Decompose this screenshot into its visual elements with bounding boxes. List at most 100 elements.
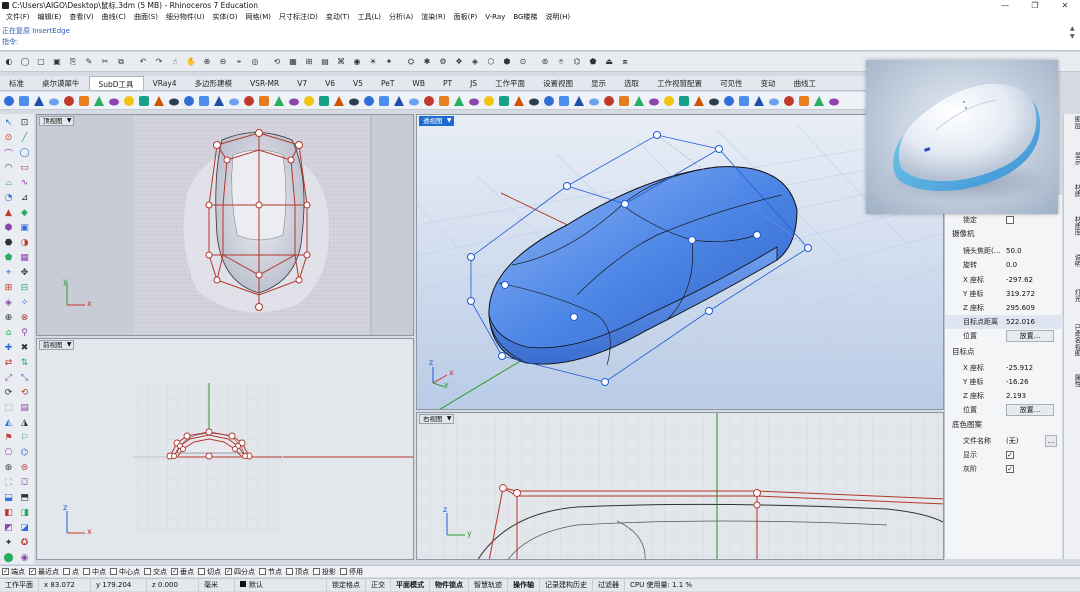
menu-item[interactable]: 分析(A)	[385, 11, 417, 23]
osnap-checkbox[interactable]	[313, 568, 320, 575]
osnap-checkbox[interactable]	[63, 568, 70, 575]
status-filter[interactable]: 过滤器	[593, 579, 625, 591]
toolbar-tab[interactable]: 工作平面	[486, 76, 534, 90]
left-tool-icon[interactable]: ⎔	[1, 446, 16, 460]
osnap-toggle[interactable]: 投影	[313, 566, 336, 577]
toolbar-tool-icon[interactable]: ☀	[366, 55, 380, 69]
subd-tool-icon[interactable]	[527, 94, 541, 108]
osnap-toggle[interactable]: ✓ 垂点	[171, 566, 194, 577]
minimize-button[interactable]: —	[990, 0, 1020, 11]
left-tool-icon[interactable]: ⛋	[17, 476, 32, 490]
toolbar-tab[interactable]: WB	[403, 76, 434, 90]
tgt-z-value[interactable]: 2.193	[1006, 389, 1026, 403]
top-viewport[interactable]: 顶视图 ▼ y x	[36, 114, 414, 336]
subd-tool-icon[interactable]	[362, 94, 376, 108]
left-tool-icon[interactable]: ⇄	[1, 356, 16, 370]
gray-checkbox[interactable]: ✓	[1006, 465, 1014, 473]
status-cplane[interactable]: 工作平面	[0, 579, 39, 591]
lock-checkbox[interactable]	[1006, 216, 1014, 224]
subd-tool-icon[interactable]	[797, 94, 811, 108]
side-tab[interactable]: 说明	[1065, 254, 1080, 267]
osnap-checkbox[interactable]	[144, 568, 151, 575]
menu-item[interactable]: 实体(O)	[209, 11, 242, 23]
toolbar-tool-icon[interactable]: ⬡	[484, 55, 498, 69]
viewport-title-top[interactable]: 顶视图 ▼	[39, 116, 74, 126]
subd-tool-icon[interactable]	[32, 94, 46, 108]
left-tool-icon[interactable]: ◠	[1, 161, 16, 175]
cam-x-value[interactable]: -297.62	[1006, 273, 1033, 287]
subd-tool-icon[interactable]	[827, 94, 841, 108]
show-checkbox[interactable]: ✓	[1006, 451, 1014, 459]
toolbar-tool-icon[interactable]: ⊞	[302, 55, 316, 69]
left-tool-icon[interactable]: ▤	[17, 401, 32, 415]
subd-tool-icon[interactable]	[392, 94, 406, 108]
subd-tool-icon[interactable]	[287, 94, 301, 108]
lens-value[interactable]: 50.0	[1006, 244, 1022, 258]
menu-item[interactable]: 尺寸标注(D)	[275, 11, 322, 23]
toolbar-tool-icon[interactable]: ⍟	[554, 55, 568, 69]
subd-tool-icon[interactable]	[602, 94, 616, 108]
osnap-toggle[interactable]: 顶点	[286, 566, 309, 577]
front-viewport[interactable]: 前视图 ▼ z x	[36, 338, 414, 560]
toolbar-tool-icon[interactable]: ▦	[286, 55, 300, 69]
subd-tool-icon[interactable]	[407, 94, 421, 108]
left-tool-icon[interactable]: ▭	[17, 161, 32, 175]
left-tool-icon[interactable]: ⬤	[1, 551, 16, 565]
left-tool-icon[interactable]: ⌬	[17, 446, 32, 460]
toolbar-tool-icon[interactable]: ▣	[50, 55, 64, 69]
toolbar-tool-icon[interactable]: ⛭	[404, 55, 418, 69]
status-history[interactable]: 记录建构历史	[540, 579, 593, 591]
toolbar-tool-icon[interactable]: ◉	[350, 55, 364, 69]
toolbar-tool-icon[interactable]: ◎	[248, 55, 262, 69]
status-osnap[interactable]: 物件锁点	[430, 579, 469, 591]
osnap-toggle[interactable]: ✓ 四分点	[225, 566, 255, 577]
viewport-title-perspective[interactable]: 透视图 ▼	[419, 116, 454, 126]
left-tool-icon[interactable]: ⌖	[1, 266, 16, 280]
side-tab[interactable]: 属性	[1065, 374, 1080, 387]
menu-item[interactable]: 渲染(R)	[417, 11, 449, 23]
left-tool-icon[interactable]: ⊞	[1, 281, 16, 295]
left-tool-icon[interactable]: ⬓	[1, 491, 16, 505]
subd-tool-icon[interactable]	[812, 94, 826, 108]
subd-tool-icon[interactable]	[467, 94, 481, 108]
toolbar-tab[interactable]: V6	[316, 76, 344, 90]
maximize-button[interactable]: ❐	[1020, 0, 1050, 11]
left-tool-icon[interactable]: ⊙	[1, 131, 16, 145]
subd-tool-icon[interactable]	[212, 94, 226, 108]
menu-item[interactable]: 网格(M)	[242, 11, 276, 23]
subd-tool-icon[interactable]	[632, 94, 646, 108]
subd-tool-icon[interactable]	[692, 94, 706, 108]
subd-tool-icon[interactable]	[17, 94, 31, 108]
left-tool-icon[interactable]: ✚	[1, 341, 16, 355]
osnap-toggle[interactable]: 停用	[340, 566, 363, 577]
menu-item[interactable]: 文件(F)	[2, 11, 34, 23]
toolbar-tool-icon[interactable]: ⊖	[216, 55, 230, 69]
close-button[interactable]: ✕	[1050, 0, 1080, 11]
menu-item[interactable]: 曲线(C)	[98, 11, 130, 23]
toolbar-tab[interactable]: 选取	[615, 76, 648, 90]
subd-tool-icon[interactable]	[242, 94, 256, 108]
toolbar-tab[interactable]: 工作视窗配置	[648, 76, 711, 90]
toolbar-tab[interactable]: PT	[434, 76, 461, 90]
toolbar-tool-icon[interactable]: ✎	[82, 55, 96, 69]
left-tool-icon[interactable]: ⊜	[17, 461, 32, 475]
left-tool-icon[interactable]: ⛶	[1, 476, 16, 490]
left-tool-icon[interactable]: ◭	[1, 416, 16, 430]
left-tool-icon[interactable]: ⟲	[17, 386, 32, 400]
toolbar-tool-icon[interactable]: ⟲	[270, 55, 284, 69]
subd-tool-icon[interactable]	[182, 94, 196, 108]
subd-tool-icon[interactable]	[557, 94, 571, 108]
subd-tool-icon[interactable]	[542, 94, 556, 108]
menu-item[interactable]: V-Ray	[481, 11, 509, 23]
status-ortho[interactable]: 正交	[366, 579, 391, 591]
left-tool-icon[interactable]: ⬟	[1, 251, 16, 265]
left-tool-icon[interactable]: ▲	[1, 206, 16, 220]
left-tool-icon[interactable]: ⤢	[1, 371, 16, 385]
left-tool-icon[interactable]: ╱	[17, 131, 32, 145]
toolbar-tool-icon[interactable]: ↶	[136, 55, 150, 69]
left-tool-icon[interactable]: ✪	[17, 536, 32, 550]
toolbar-tool-icon[interactable]: ⚙	[436, 55, 450, 69]
toolbar-tool-icon[interactable]: ⌘	[334, 55, 348, 69]
left-tool-icon[interactable]: ⬢	[1, 221, 16, 235]
viewport-title-front[interactable]: 前视图 ▼	[39, 340, 74, 350]
